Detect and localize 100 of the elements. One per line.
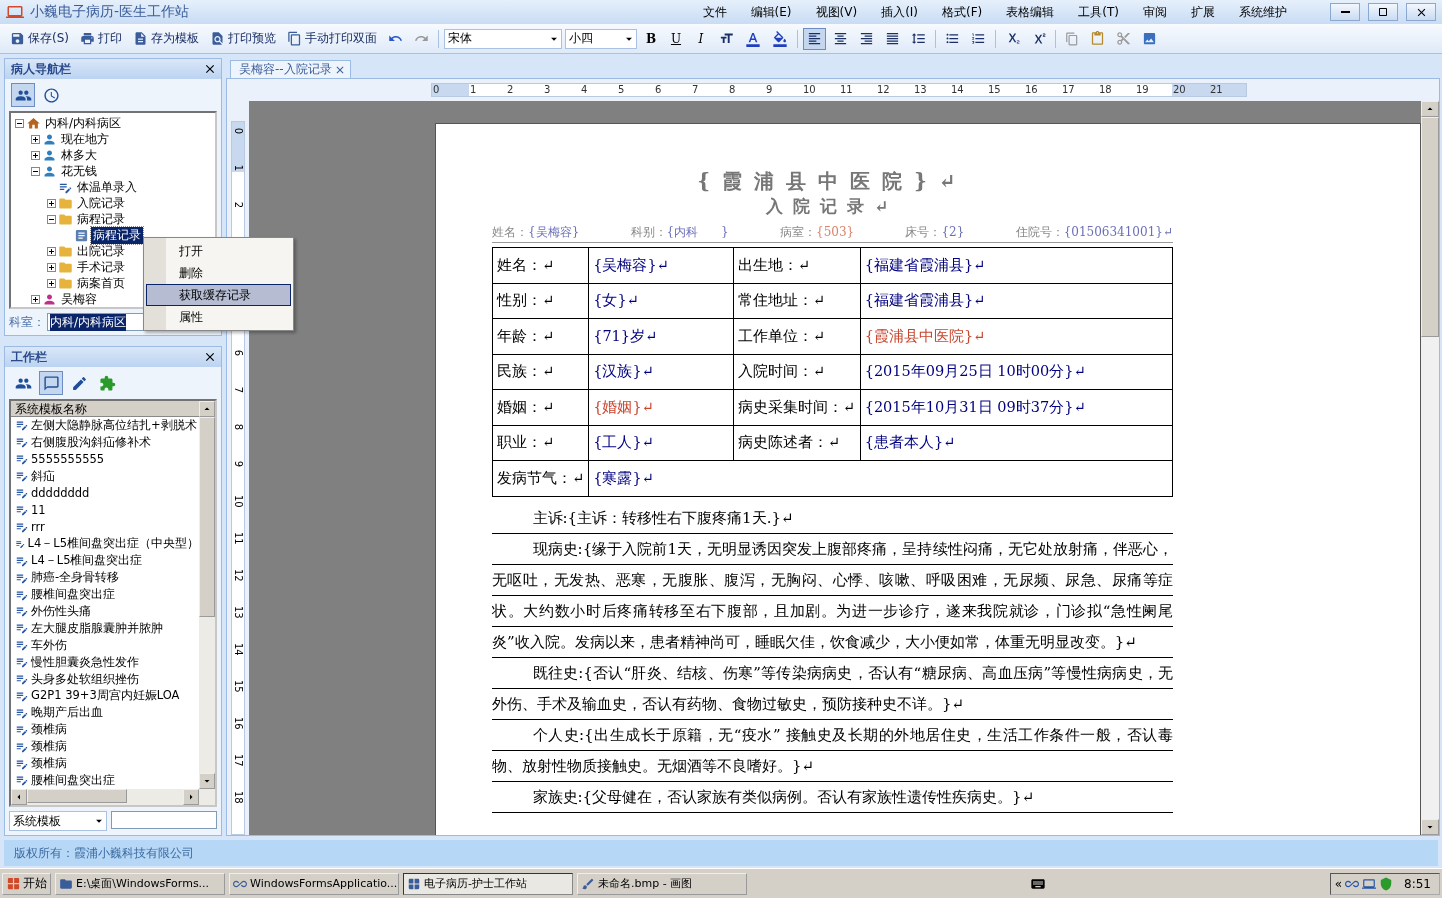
list-item[interactable]: 颈椎病 bbox=[31, 722, 67, 738]
list-item[interactable]: L4－L5椎间盘突出症 bbox=[31, 553, 143, 569]
collapse-icon[interactable] bbox=[15, 118, 24, 128]
tree-item[interactable]: 林多大 bbox=[59, 146, 99, 164]
list-item[interactable]: dddddddd bbox=[31, 486, 90, 501]
tree-item[interactable]: 病程记录 bbox=[75, 210, 127, 228]
expand-icon[interactable] bbox=[31, 150, 40, 160]
expand-icon[interactable] bbox=[31, 134, 40, 144]
taskbar-button[interactable]: E:\桌面\WindowsForms... bbox=[55, 872, 225, 895]
expand-icon[interactable] bbox=[47, 198, 56, 208]
collapse-icon[interactable] bbox=[31, 166, 40, 176]
list-item[interactable]: 左侧大隐静脉高位结扎+剥脱术 bbox=[31, 417, 197, 433]
search-field[interactable] bbox=[111, 811, 217, 829]
tree-item[interactable]: 病程记录 bbox=[91, 226, 143, 244]
list-item[interactable]: G2P1 39+3周宫内妊娠LOA bbox=[31, 688, 180, 704]
menu-item[interactable]: 系统维护 bbox=[1230, 3, 1296, 21]
align-button[interactable] bbox=[803, 27, 826, 50]
close-icon[interactable] bbox=[203, 350, 217, 364]
menu-item[interactable]: 格式(F) bbox=[933, 3, 992, 21]
list-item[interactable]: 腰椎间盘突出症 bbox=[31, 587, 115, 602]
list-item[interactable]: 颈椎病 bbox=[31, 756, 67, 772]
close-button[interactable] bbox=[1406, 3, 1436, 21]
field-value-cell: {71}岁↵ bbox=[588, 318, 734, 354]
list-item[interactable]: 5555555555 bbox=[31, 452, 105, 467]
collapse-icon[interactable] bbox=[47, 214, 56, 224]
list-item[interactable]: 慢性胆囊炎急性发作 bbox=[31, 654, 139, 670]
list-item[interactable]: 右侧腹股沟斜疝修补术 bbox=[31, 434, 151, 450]
menu-item[interactable]: 文件 bbox=[693, 3, 736, 21]
template-source-select[interactable]: 系统模板 bbox=[9, 811, 107, 831]
menu-item[interactable]: 插入(I) bbox=[872, 3, 928, 21]
expand-icon[interactable] bbox=[31, 294, 40, 304]
panel-tool-button[interactable] bbox=[11, 83, 35, 107]
column-header[interactable]: 系统模板名称 bbox=[11, 401, 199, 417]
toolbar-button[interactable]: 保存(S) bbox=[6, 27, 73, 50]
font-size-select[interactable]: 小四 bbox=[565, 28, 637, 49]
list-item[interactable]: 左大腿皮脂腺囊肿并脓肿 bbox=[31, 620, 163, 636]
toolbar-button[interactable]: 手动打印双面 bbox=[283, 27, 381, 50]
list-item[interactable]: 外伤性头痛 bbox=[31, 603, 91, 619]
list-item[interactable]: 晚期产后出血 bbox=[31, 705, 103, 721]
puzzle-icon bbox=[98, 374, 116, 392]
monitor-icon[interactable] bbox=[1362, 876, 1377, 891]
menu-item[interactable]: 编辑(E) bbox=[741, 3, 801, 21]
field-label-cell: 民族：↵ bbox=[492, 354, 589, 390]
house-icon bbox=[26, 115, 41, 131]
expand-icon[interactable] bbox=[47, 262, 56, 272]
panel-tool-button[interactable] bbox=[39, 371, 63, 395]
menu-item[interactable]: 工具(T) bbox=[1069, 3, 1128, 21]
header-label: 姓名： bbox=[492, 225, 528, 239]
list-item[interactable]: 头身多处软组织挫伤 bbox=[31, 671, 139, 687]
tree-item[interactable]: 内科/内科病区 bbox=[43, 114, 124, 132]
menu-item[interactable]: 审阅 bbox=[1134, 3, 1176, 21]
context-menu-item[interactable]: 获取缓存记录 bbox=[146, 284, 291, 306]
expand-icon[interactable] bbox=[47, 278, 56, 288]
expand-icon[interactable] bbox=[47, 246, 56, 256]
minimize-button[interactable] bbox=[1330, 3, 1360, 21]
tree-item[interactable]: 病案首页 bbox=[75, 274, 127, 292]
tree-item[interactable]: 吴梅容 bbox=[59, 290, 99, 307]
toolbar-button[interactable]: 存为模板 bbox=[129, 27, 203, 50]
horizontal-scrollbar[interactable] bbox=[11, 789, 215, 805]
tree-item[interactable]: 现在地方 bbox=[59, 130, 111, 148]
align-left-icon bbox=[807, 31, 822, 46]
tree-item[interactable]: 入院记录 bbox=[75, 194, 127, 212]
list-item[interactable]: 腰椎间盘突出症 bbox=[31, 773, 115, 788]
taskbar-button[interactable]: WindowsFormsApplicatio... bbox=[229, 872, 399, 895]
field-value-cell: {婚姻}↵ bbox=[588, 389, 734, 425]
field-value-cell: {女}↵ bbox=[588, 283, 734, 319]
list-item[interactable]: 车外伤 bbox=[31, 637, 67, 653]
vertical-scrollbar[interactable] bbox=[1421, 101, 1439, 835]
document-tab[interactable]: 吴梅容--入院记录 bbox=[230, 60, 351, 78]
toolbar-button[interactable]: 打印预览 bbox=[206, 27, 280, 50]
list-item[interactable]: 肺癌-全身骨转移 bbox=[31, 570, 120, 586]
maximize-button[interactable] bbox=[1368, 3, 1398, 21]
menu-item[interactable]: 扩展 bbox=[1182, 3, 1224, 21]
tree-item[interactable]: 出院记录 bbox=[75, 242, 127, 260]
format-button[interactable]: I bbox=[690, 27, 712, 50]
format-button[interactable]: B bbox=[640, 27, 662, 50]
list-item[interactable]: 颈椎病 bbox=[31, 739, 67, 755]
tree-item[interactable]: 手术记录 bbox=[75, 258, 127, 276]
speech-bubble-icon bbox=[42, 374, 60, 392]
field-label-cell: 病史陈述者：↵ bbox=[733, 425, 861, 461]
taskbar-button[interactable]: 电子病历-护士工作站 bbox=[403, 872, 573, 895]
close-icon[interactable] bbox=[203, 62, 217, 76]
taskbar-button[interactable]: 未命名.bmp - 画图 bbox=[577, 872, 747, 895]
list-item[interactable]: 11 bbox=[31, 503, 46, 517]
header-label: 住院号： bbox=[1015, 225, 1064, 239]
tree-item[interactable]: 花无钱 bbox=[59, 162, 99, 180]
vertical-scrollbar[interactable] bbox=[199, 401, 215, 789]
toolbar-button[interactable]: 打印 bbox=[76, 27, 126, 50]
pencil-icon bbox=[70, 374, 88, 392]
list-item[interactable]: rrr bbox=[31, 519, 45, 534]
list-item[interactable]: 斜疝 bbox=[31, 468, 55, 484]
tray-expand[interactable]: « bbox=[1334, 876, 1343, 891]
format-button[interactable]: U bbox=[665, 27, 687, 50]
tree-item[interactable]: 体温单录入 bbox=[75, 178, 139, 196]
list-item[interactable]: L4－L5椎间盘突出症（中央型） bbox=[27, 536, 199, 552]
start-button[interactable]: 开始 bbox=[2, 872, 51, 895]
menu-item[interactable]: 表格编辑 bbox=[997, 3, 1064, 21]
font-select[interactable]: 宋体 bbox=[444, 28, 562, 49]
menu-item[interactable]: 视图(V) bbox=[806, 3, 867, 21]
header-label: 科别： bbox=[630, 225, 667, 239]
